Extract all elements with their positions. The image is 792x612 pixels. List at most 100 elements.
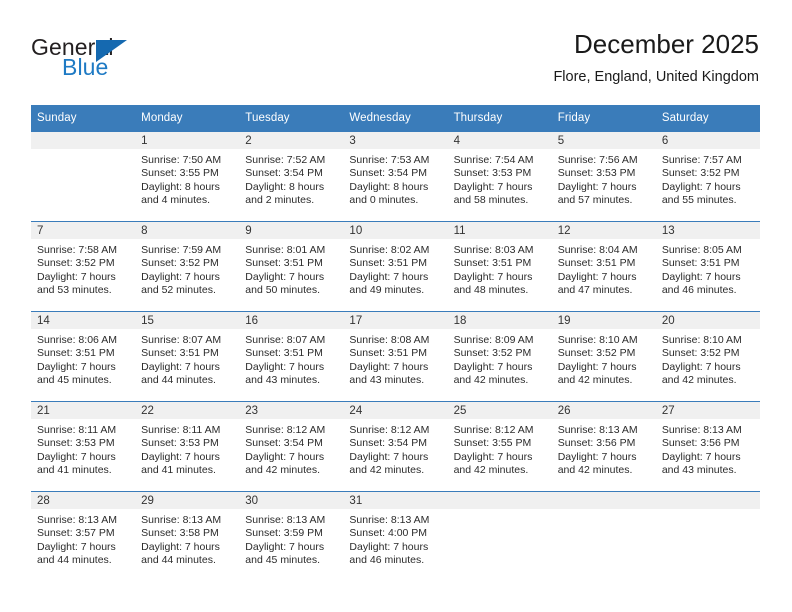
daylight-text-line1: Daylight: 7 hours bbox=[557, 270, 637, 283]
day-cell-inner: 19 Sunrise: 8:10 AM Sunset: 3:52 PM Dayligh… bbox=[551, 312, 656, 401]
calendar-day-cell[interactable]: 4 Sunrise: 7:54 AM Sunset: 3:53 PM Daylight… bbox=[447, 132, 552, 222]
daylight-text-line2: and 46 minutes. bbox=[661, 283, 737, 296]
calendar-day-cell[interactable]: 2 Sunrise: 7:52 AM Sunset: 3:54 PM Daylight… bbox=[239, 132, 344, 222]
calendar-day-cell[interactable]: 3 Sunrise: 7:53 AM Sunset: 3:54 PM Daylight… bbox=[343, 132, 448, 222]
title-block: December 2025 Flore, England, United Kin… bbox=[553, 28, 759, 87]
sunset-text: Sunset: 3:52 PM bbox=[453, 347, 532, 360]
daylight-text-line2: and 44 minutes. bbox=[141, 553, 216, 566]
calendar-day-cell[interactable]: 30 Sunrise: 8:13 AM Sunset: 3:59 PM Dayligh… bbox=[239, 491, 344, 581]
calendar-day-cell[interactable]: 20 Sunrise: 8:10 AM Sunset: 3:52 PM Dayligh… bbox=[655, 311, 760, 402]
day-details: Sunrise: 8:05 AM Sunset: 3:51 PM Daylight:… bbox=[656, 239, 760, 297]
day-number: 23 bbox=[239, 402, 344, 419]
sunrise-text: Sunrise: 8:03 AM bbox=[453, 244, 534, 256]
weekday-header-monday: Monday bbox=[135, 105, 240, 132]
day-details: Sunrise: 8:06 AM Sunset: 3:51 PM Daylight:… bbox=[31, 329, 135, 387]
day-number: 30 bbox=[239, 492, 344, 509]
calendar-day-cell[interactable]: 29 Sunrise: 8:13 AM Sunset: 3:58 PM Dayligh… bbox=[135, 491, 240, 581]
day-cell-inner: 9 Sunrise: 8:01 AM Sunset: 3:51 PM Daylight… bbox=[239, 222, 344, 311]
day-details: Sunrise: 8:02 AM Sunset: 3:51 PM Daylight:… bbox=[343, 239, 447, 297]
day-number: 28 bbox=[31, 492, 136, 509]
sunset-text: Sunset: 4:00 PM bbox=[349, 527, 428, 540]
daylight-text-line2: and 48 minutes. bbox=[453, 283, 529, 296]
calendar-day-cell[interactable]: 25 Sunrise: 8:12 AM Sunset: 3:55 PM Dayligh… bbox=[447, 401, 552, 492]
sunrise-text: Sunrise: 7:52 AM bbox=[245, 154, 326, 166]
calendar-day-cell[interactable]: 8 Sunrise: 7:59 AM Sunset: 3:52 PM Daylight… bbox=[135, 221, 240, 312]
calendar-day-cell[interactable]: 9 Sunrise: 8:01 AM Sunset: 3:51 PM Daylight… bbox=[239, 221, 344, 312]
daylight-text-line2: and 41 minutes. bbox=[37, 463, 112, 476]
sunrise-text: Sunrise: 8:13 AM bbox=[661, 424, 742, 436]
day-cell-inner: 8 Sunrise: 7:59 AM Sunset: 3:52 PM Daylight… bbox=[135, 222, 240, 311]
calendar-day-cell[interactable]: 12 Sunrise: 8:04 AM Sunset: 3:51 PM Dayligh… bbox=[551, 221, 656, 312]
calendar-day-cell[interactable]: 6 Sunrise: 7:57 AM Sunset: 3:52 PM Daylight… bbox=[655, 132, 760, 222]
day-cell-inner: 11 Sunrise: 8:03 AM Sunset: 3:51 PM Dayligh… bbox=[447, 222, 552, 311]
day-cell-inner: 4 Sunrise: 7:54 AM Sunset: 3:53 PM Daylight… bbox=[447, 132, 552, 221]
day-number: 5 bbox=[551, 132, 656, 149]
calendar-day-cell[interactable]: 11 Sunrise: 8:03 AM Sunset: 3:51 PM Dayligh… bbox=[447, 221, 552, 312]
calendar-day-cell[interactable]: 19 Sunrise: 8:10 AM Sunset: 3:52 PM Dayligh… bbox=[551, 311, 656, 402]
calendar-day-cell[interactable]: 7 Sunrise: 7:58 AM Sunset: 3:52 PM Daylight… bbox=[31, 221, 136, 312]
calendar-day-cell-empty bbox=[31, 132, 136, 222]
day-details: Sunrise: 8:12 AM Sunset: 3:54 PM Daylight:… bbox=[343, 419, 447, 477]
calendar-day-cell[interactable]: 22 Sunrise: 8:11 AM Sunset: 3:53 PM Dayligh… bbox=[135, 401, 240, 492]
sunrise-text: Sunrise: 7:50 AM bbox=[141, 154, 222, 166]
day-cell-inner: 12 Sunrise: 8:04 AM Sunset: 3:51 PM Dayligh… bbox=[551, 222, 656, 311]
day-number: 13 bbox=[655, 222, 760, 239]
day-number: 26 bbox=[551, 402, 656, 419]
sunrise-text: Sunrise: 7:57 AM bbox=[661, 154, 742, 166]
daylight-text-line2: and 49 minutes. bbox=[349, 283, 425, 296]
sunset-text: Sunset: 3:55 PM bbox=[453, 437, 532, 450]
sunrise-text: Sunrise: 8:12 AM bbox=[453, 424, 534, 436]
sunset-text: Sunset: 3:51 PM bbox=[453, 257, 532, 270]
daylight-text-line2: and 45 minutes. bbox=[245, 553, 320, 566]
daylight-text-line1: Daylight: 7 hours bbox=[349, 540, 429, 553]
calendar-day-cell[interactable]: 21 Sunrise: 8:11 AM Sunset: 3:53 PM Dayligh… bbox=[31, 401, 136, 492]
weekday-header-friday: Friday bbox=[551, 105, 656, 132]
calendar-week-row: 14 Sunrise: 8:06 AM Sunset: 3:51 PM Dayligh… bbox=[31, 311, 760, 402]
calendar-day-cell[interactable]: 10 Sunrise: 8:02 AM Sunset: 3:51 PM Dayligh… bbox=[343, 221, 448, 312]
day-number bbox=[655, 492, 760, 509]
sunset-text: Sunset: 3:51 PM bbox=[661, 257, 740, 270]
calendar-day-cell[interactable]: 1 Sunrise: 7:50 AM Sunset: 3:55 PM Daylight… bbox=[135, 132, 240, 222]
sunrise-text: Sunrise: 8:13 AM bbox=[349, 514, 430, 526]
page-header: General Blue December 2025 Flore, Englan… bbox=[31, 28, 759, 98]
day-details: Sunrise: 8:13 AM Sunset: 4:00 PM Daylight:… bbox=[343, 509, 447, 567]
day-details bbox=[31, 149, 135, 154]
sunrise-text: Sunrise: 8:13 AM bbox=[245, 514, 326, 526]
calendar-day-cell[interactable]: 13 Sunrise: 8:05 AM Sunset: 3:51 PM Dayligh… bbox=[655, 221, 760, 312]
calendar-day-cell[interactable]: 14 Sunrise: 8:06 AM Sunset: 3:51 PM Dayligh… bbox=[31, 311, 136, 402]
sunset-text: Sunset: 3:52 PM bbox=[141, 257, 219, 270]
day-details: Sunrise: 8:13 AM Sunset: 3:58 PM Daylight:… bbox=[135, 509, 239, 567]
day-number: 29 bbox=[135, 492, 240, 509]
day-details: Sunrise: 8:10 AM Sunset: 3:52 PM Daylight:… bbox=[552, 329, 656, 387]
calendar-day-cell[interactable]: 31 Sunrise: 8:13 AM Sunset: 4:00 PM Dayligh… bbox=[343, 491, 448, 581]
daylight-text-line1: Daylight: 7 hours bbox=[453, 270, 533, 283]
calendar-week-row: 28 Sunrise: 8:13 AM Sunset: 3:57 PM Dayligh… bbox=[31, 491, 760, 581]
day-cell-inner: 5 Sunrise: 7:56 AM Sunset: 3:53 PM Daylight… bbox=[551, 132, 656, 221]
day-cell-inner: 6 Sunrise: 7:57 AM Sunset: 3:52 PM Daylight… bbox=[655, 132, 760, 221]
sunset-text: Sunset: 3:53 PM bbox=[141, 437, 219, 450]
calendar-day-cell[interactable]: 28 Sunrise: 8:13 AM Sunset: 3:57 PM Dayligh… bbox=[31, 491, 136, 581]
calendar-day-cell[interactable]: 27 Sunrise: 8:13 AM Sunset: 3:56 PM Dayligh… bbox=[655, 401, 760, 492]
weekday-header-thursday: Thursday bbox=[447, 105, 552, 132]
day-details: Sunrise: 7:58 AM Sunset: 3:52 PM Daylight:… bbox=[31, 239, 135, 297]
calendar-day-cell[interactable]: 26 Sunrise: 8:13 AM Sunset: 3:56 PM Dayligh… bbox=[551, 401, 656, 492]
day-cell-inner: 10 Sunrise: 8:02 AM Sunset: 3:51 PM Dayligh… bbox=[343, 222, 448, 311]
calendar-day-cell[interactable]: 17 Sunrise: 8:08 AM Sunset: 3:51 PM Dayligh… bbox=[343, 311, 448, 402]
day-cell-inner: 23 Sunrise: 8:12 AM Sunset: 3:54 PM Dayligh… bbox=[239, 402, 344, 491]
calendar-page: General Blue December 2025 Flore, Englan… bbox=[0, 0, 792, 612]
day-details: Sunrise: 8:11 AM Sunset: 3:53 PM Daylight:… bbox=[31, 419, 135, 477]
daylight-text-line1: Daylight: 7 hours bbox=[245, 360, 325, 373]
daylight-text-line1: Daylight: 7 hours bbox=[37, 450, 116, 463]
page-subtitle: Flore, England, United Kingdom bbox=[553, 69, 759, 85]
calendar-day-cell[interactable]: 23 Sunrise: 8:12 AM Sunset: 3:54 PM Dayligh… bbox=[239, 401, 344, 492]
sunrise-text: Sunrise: 8:13 AM bbox=[37, 514, 117, 526]
daylight-text-line1: Daylight: 7 hours bbox=[37, 270, 116, 283]
calendar-day-cell[interactable]: 5 Sunrise: 7:56 AM Sunset: 3:53 PM Daylight… bbox=[551, 132, 656, 222]
calendar-day-cell[interactable]: 16 Sunrise: 8:07 AM Sunset: 3:51 PM Dayligh… bbox=[239, 311, 344, 402]
calendar-day-cell[interactable]: 15 Sunrise: 8:07 AM Sunset: 3:51 PM Dayligh… bbox=[135, 311, 240, 402]
weekday-header-wednesday: Wednesday bbox=[343, 105, 448, 132]
calendar-day-cell[interactable]: 24 Sunrise: 8:12 AM Sunset: 3:54 PM Dayligh… bbox=[343, 401, 448, 492]
day-details: Sunrise: 7:53 AM Sunset: 3:54 PM Daylight:… bbox=[343, 149, 447, 207]
sunrise-text: Sunrise: 8:11 AM bbox=[37, 424, 117, 436]
calendar-day-cell[interactable]: 18 Sunrise: 8:09 AM Sunset: 3:52 PM Dayligh… bbox=[447, 311, 552, 402]
